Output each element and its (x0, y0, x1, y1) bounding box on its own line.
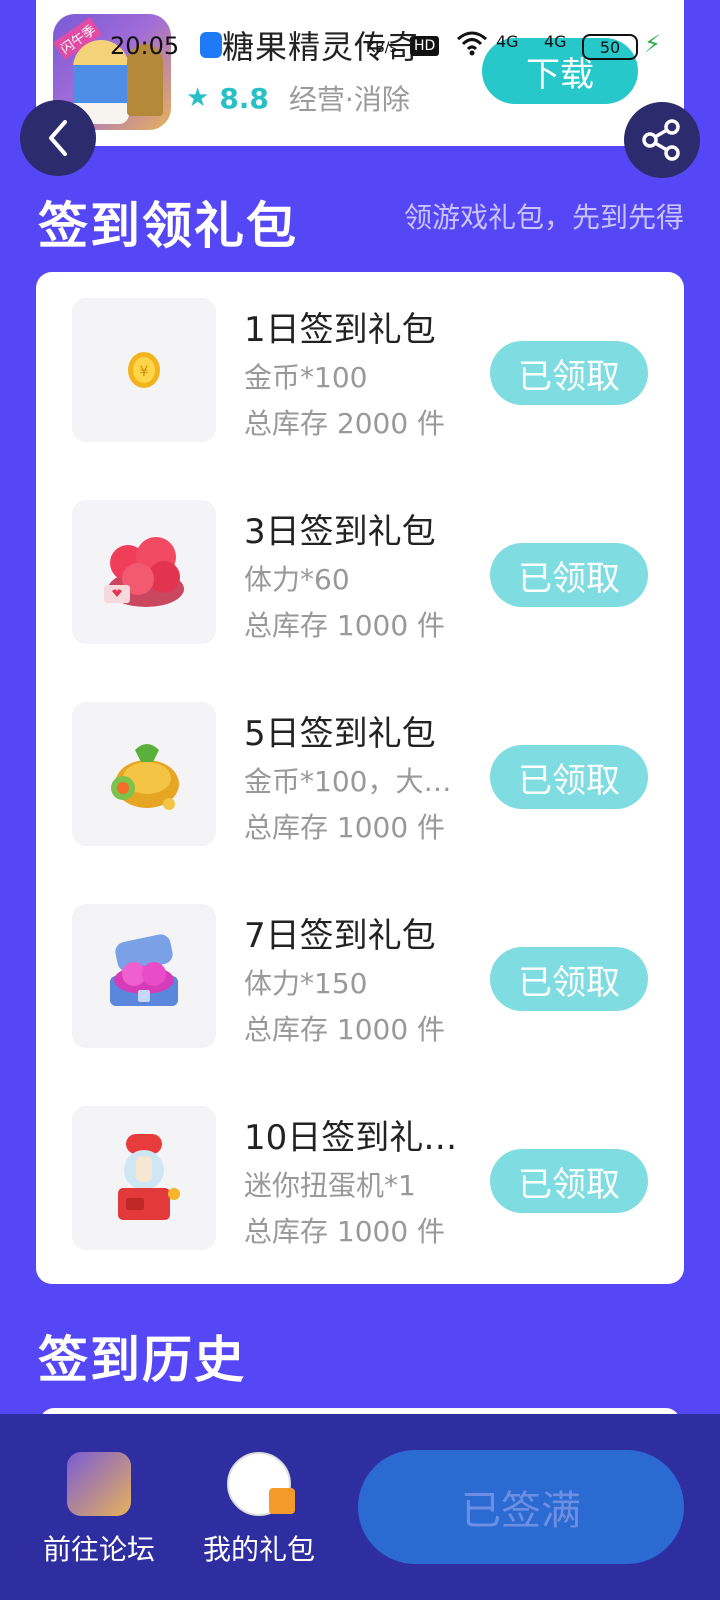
money-bag-icon (111, 744, 179, 810)
star-icon: ★ (186, 83, 210, 113)
share-button[interactable] (624, 102, 700, 178)
status-bar: 20:05 KB/s HD 4G 4G 50 ⚡ (0, 28, 720, 68)
signal-icon-2: 4G (544, 32, 567, 51)
game-rating: 8.8 (219, 81, 269, 115)
gift-row: ¥ 1日签到礼包 金币*100 总库存 2000 件 已领取 (36, 272, 684, 442)
checkin-section-title: 签到领礼包 (38, 197, 298, 255)
gift-name: 3日签到礼包 (244, 512, 436, 552)
gift-content: 体力*150 (244, 967, 368, 1000)
gift-stock: 总库存 1000 件 (244, 1013, 446, 1046)
claimed-button[interactable]: 已领取 (490, 947, 648, 1011)
gift-row: 5日签到礼包 金币*100，大… 总库存 1000 件 已领取 (36, 676, 684, 846)
gift-thumb: ¥ (72, 298, 216, 442)
gift-stock: 总库存 1000 件 (244, 811, 446, 844)
forum-label: 前往论坛 (42, 1533, 155, 1566)
game-meta: ★ 8.8 经营·消除 (186, 78, 410, 118)
location-icon (200, 32, 222, 58)
signed-full-button[interactable]: 已签满 (358, 1450, 684, 1564)
gift-thumb (72, 500, 216, 644)
forum-link[interactable]: 前往论坛 (34, 1452, 164, 1568)
my-gifts-link[interactable]: 我的礼包 (194, 1452, 324, 1568)
gift-list: ¥ 1日签到礼包 金币*100 总库存 2000 件 已领取 3日签到礼包 体力… (36, 272, 684, 1284)
network-speed: KB/s (366, 40, 397, 56)
claimed-button[interactable]: 已领取 (490, 341, 648, 405)
gift-content: 迷你扭蛋机*1 (244, 1169, 416, 1202)
game-card: 闪午季 糖果精灵传奇 ★ 8.8 经营·消除 下载 (36, 0, 684, 146)
status-time: 20:05 (110, 32, 180, 60)
gift-thumb (72, 904, 216, 1048)
gift-thumb (72, 1106, 216, 1250)
share-icon (642, 119, 680, 161)
gift-thumb (72, 702, 216, 846)
gift-stock: 总库存 1000 件 (244, 609, 446, 642)
gift-stock: 总库存 2000 件 (244, 407, 446, 440)
my-gifts-label: 我的礼包 (202, 1533, 315, 1566)
wifi-icon (456, 30, 488, 63)
game-genre: 经营·消除 (288, 83, 410, 116)
claimed-button[interactable]: 已领取 (490, 543, 648, 607)
battery-icon: 50 (582, 34, 638, 60)
gacha-machine-icon (118, 1134, 180, 1220)
gift-content: 体力*60 (244, 563, 350, 596)
bottom-bar: 前往论坛 我的礼包 已签满 (0, 1414, 720, 1600)
hd-icon: HD (410, 36, 440, 56)
claimed-button[interactable]: 已领取 (490, 1149, 648, 1213)
charging-icon: ⚡ (644, 30, 661, 58)
gift-row: 3日签到礼包 体力*60 总库存 1000 件 已领取 (36, 474, 684, 644)
gift-content: 金币*100 (244, 361, 368, 394)
gift-row: 10日签到礼… 迷你扭蛋机*1 总库存 1000 件 已领取 (36, 1080, 684, 1250)
hearts-icon (104, 537, 184, 607)
coin-icon: ¥ (128, 352, 160, 388)
gift-name: 10日签到礼… (244, 1118, 458, 1158)
gift-name: 7日签到礼包 (244, 916, 436, 956)
signal-icon: 4G (496, 32, 519, 51)
gift-row: 7日签到礼包 体力*150 总库存 1000 件 已领取 (36, 878, 684, 1048)
gift-name: 1日签到礼包 (244, 310, 436, 350)
heart-chest-icon (110, 934, 178, 1006)
gift-name: 5日签到礼包 (244, 714, 436, 754)
my-gifts-avatar-icon (227, 1452, 295, 1516)
checkin-section-subtitle: 领游戏礼包，先到先得 (403, 201, 684, 234)
game-forum-icon (67, 1452, 131, 1516)
svg-text:¥: ¥ (140, 364, 149, 380)
gift-content: 金币*100，大… (244, 765, 452, 798)
gift-stock: 总库存 1000 件 (244, 1215, 446, 1248)
history-section-title: 签到历史 (38, 1331, 246, 1389)
chevron-left-icon (49, 120, 67, 156)
back-button[interactable] (20, 100, 96, 176)
claimed-button[interactable]: 已领取 (490, 745, 648, 809)
